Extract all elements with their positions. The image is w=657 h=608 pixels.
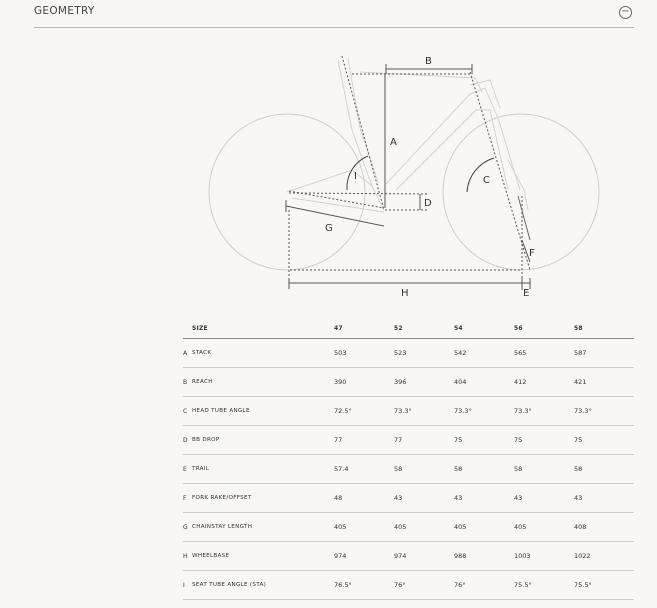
table-row: E TRAIL 57.4 58 58 58 58 bbox=[183, 454, 634, 484]
row-value: 76° bbox=[454, 570, 514, 600]
row-value: 565 bbox=[514, 338, 574, 368]
table-row: B REACH 390 396 404 412 421 bbox=[183, 367, 634, 397]
row-value: 77 bbox=[394, 425, 454, 455]
row-letter: B bbox=[183, 367, 192, 397]
row-value: 1022 bbox=[574, 541, 634, 571]
size-header-47: 47 bbox=[334, 318, 394, 339]
label-h: H bbox=[401, 288, 409, 299]
label-d: D bbox=[424, 198, 432, 209]
row-name: TRAIL bbox=[192, 454, 334, 484]
row-letter: F bbox=[183, 483, 192, 513]
frame-outline bbox=[286, 57, 529, 213]
table-row: A STACK 503 523 542 565 587 bbox=[183, 338, 634, 368]
row-value: 405 bbox=[334, 512, 394, 542]
row-value: 73.3° bbox=[514, 396, 574, 426]
row-value: 974 bbox=[394, 541, 454, 571]
size-header-58: 58 bbox=[574, 318, 634, 339]
row-value: 58 bbox=[394, 454, 454, 484]
row-value: 75 bbox=[514, 425, 574, 455]
table-header-row: SIZE 47 52 54 56 58 bbox=[183, 318, 634, 339]
row-value: 43 bbox=[514, 483, 574, 513]
row-value: 77 bbox=[334, 425, 394, 455]
table-row: I SEAT TUBE ANGLE (STA) 76.5° 76° 76° 75.5° 75… bbox=[183, 570, 634, 600]
label-i: I bbox=[354, 171, 357, 182]
front-wheel bbox=[442, 113, 600, 271]
label-b: B bbox=[425, 56, 432, 67]
row-value: 396 bbox=[394, 367, 454, 397]
row-value: 75 bbox=[454, 425, 514, 455]
row-value: 587 bbox=[574, 338, 634, 368]
row-value: 503 bbox=[334, 338, 394, 368]
label-a: A bbox=[390, 137, 397, 148]
row-value: 421 bbox=[574, 367, 634, 397]
row-letter: E bbox=[183, 454, 192, 484]
row-name: WHEELBASE bbox=[192, 541, 334, 571]
row-value: 76.5° bbox=[334, 570, 394, 600]
row-value: 57.4 bbox=[334, 454, 394, 484]
row-value: 58 bbox=[454, 454, 514, 484]
row-letter: C bbox=[183, 396, 192, 426]
label-f: F bbox=[529, 248, 535, 259]
size-header-56: 56 bbox=[514, 318, 574, 339]
row-value: 412 bbox=[514, 367, 574, 397]
row-value: 390 bbox=[334, 367, 394, 397]
size-header-54: 54 bbox=[454, 318, 514, 339]
row-value: 542 bbox=[454, 338, 514, 368]
row-letter: H bbox=[183, 541, 192, 571]
row-value: 405 bbox=[454, 512, 514, 542]
row-name: FORK RAKE/OFFSET bbox=[192, 483, 334, 513]
row-value: 73.3° bbox=[454, 396, 514, 426]
row-value: 75.5° bbox=[514, 570, 574, 600]
table-row: H WHEELBASE 974 974 988 1003 1022 bbox=[183, 541, 634, 571]
row-value: 974 bbox=[334, 541, 394, 571]
label-g: G bbox=[325, 223, 333, 234]
label-c: C bbox=[483, 175, 490, 186]
row-value: 405 bbox=[394, 512, 454, 542]
row-name: CHAINSTAY LENGTH bbox=[192, 512, 334, 542]
row-value: 73.3° bbox=[574, 396, 634, 426]
table-row: D BB DROP 77 77 75 75 75 bbox=[183, 425, 634, 455]
row-value: 72.5° bbox=[334, 396, 394, 426]
row-value: 523 bbox=[394, 338, 454, 368]
row-value: 76° bbox=[394, 570, 454, 600]
row-name: STACK bbox=[192, 338, 334, 368]
row-name: HEAD TUBE ANGLE bbox=[192, 396, 334, 426]
row-value: 408 bbox=[574, 512, 634, 542]
row-letter: I bbox=[183, 570, 192, 600]
row-value: 43 bbox=[574, 483, 634, 513]
row-letter: A bbox=[183, 338, 192, 368]
row-value: 75.5° bbox=[574, 570, 634, 600]
table-row: G CHAINSTAY LENGTH 405 405 405 405 408 bbox=[183, 512, 634, 542]
row-value: 75 bbox=[574, 425, 634, 455]
row-letter: G bbox=[183, 512, 192, 542]
row-name: BB DROP bbox=[192, 425, 334, 455]
table-row: F FORK RAKE/OFFSET 48 43 43 43 43 bbox=[183, 483, 634, 513]
row-value: 48 bbox=[334, 483, 394, 513]
table-row: C HEAD TUBE ANGLE 72.5° 73.3° 73.3° 73.3° 73.3… bbox=[183, 396, 634, 426]
row-value: 58 bbox=[514, 454, 574, 484]
row-name: SEAT TUBE ANGLE (STA) bbox=[192, 570, 334, 600]
label-e: E bbox=[523, 288, 529, 299]
row-letter: D bbox=[183, 425, 192, 455]
row-value: 58 bbox=[574, 454, 634, 484]
row-value: 1003 bbox=[514, 541, 574, 571]
row-value: 988 bbox=[454, 541, 514, 571]
dimension-lines bbox=[285, 55, 531, 290]
row-value: 43 bbox=[454, 483, 514, 513]
geometry-table: SIZE 47 52 54 56 58 A STACK 503 523 542 565 58… bbox=[183, 318, 634, 600]
row-value: 404 bbox=[454, 367, 514, 397]
row-value: 43 bbox=[394, 483, 454, 513]
row-value: 405 bbox=[514, 512, 574, 542]
size-header-52: 52 bbox=[394, 318, 454, 339]
row-value: 73.3° bbox=[394, 396, 454, 426]
size-header: SIZE bbox=[192, 318, 334, 339]
bike-geometry-diagram: A B C D E F G H I bbox=[208, 55, 600, 299]
row-name: REACH bbox=[192, 367, 334, 397]
